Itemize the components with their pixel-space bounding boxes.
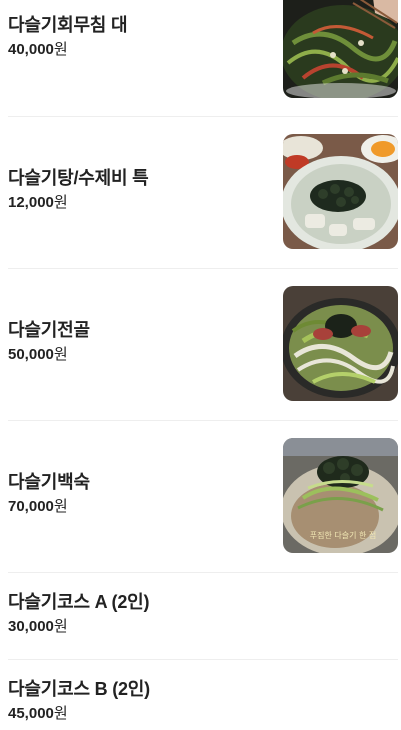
- menu-item-name: 다슬기회무침 대: [8, 15, 128, 35]
- hotpot-photo: [283, 286, 398, 401]
- menu-item[interactable]: 다슬기전골 50,000원: [8, 269, 398, 420]
- menu-item[interactable]: 다슬기백숙 70,000원 푸짐한 다슬기 한 점: [8, 421, 398, 572]
- boiled-chicken-photo: 푸짐한 다슬기 한 점: [283, 438, 398, 553]
- seasoned-raw-fish-salad-photo: [283, 0, 398, 98]
- snail-soup-sujebi-photo: [283, 134, 398, 249]
- menu-item[interactable]: 다슬기코스 B (2인) 45,000원: [8, 660, 398, 730]
- menu-item[interactable]: 다슬기탕/수제비 특 12,000원: [8, 117, 398, 268]
- menu-item[interactable]: 다슬기회무침 대 40,000원: [8, 0, 398, 116]
- menu-item-name: 다슬기백숙: [8, 472, 90, 492]
- menu-item-name: 다슬기코스 A (2인): [8, 592, 150, 612]
- menu-item-price: 50,000원: [8, 346, 68, 363]
- menu-item[interactable]: 다슬기코스 A (2인) 30,000원: [8, 573, 398, 659]
- menu-item-price: 30,000원: [8, 618, 68, 635]
- menu-item-name: 다슬기전골: [8, 320, 90, 340]
- menu-item-price: 12,000원: [8, 194, 68, 211]
- menu-item-name: 다슬기탕/수제비 특: [8, 168, 149, 188]
- menu-item-price: 70,000원: [8, 498, 68, 515]
- menu-item-name: 다슬기코스 B (2인): [8, 679, 150, 699]
- menu-item-price: 45,000원: [8, 705, 68, 722]
- menu-item-price: 40,000원: [8, 41, 68, 58]
- photo-caption: 푸짐한 다슬기 한 점: [310, 530, 377, 540]
